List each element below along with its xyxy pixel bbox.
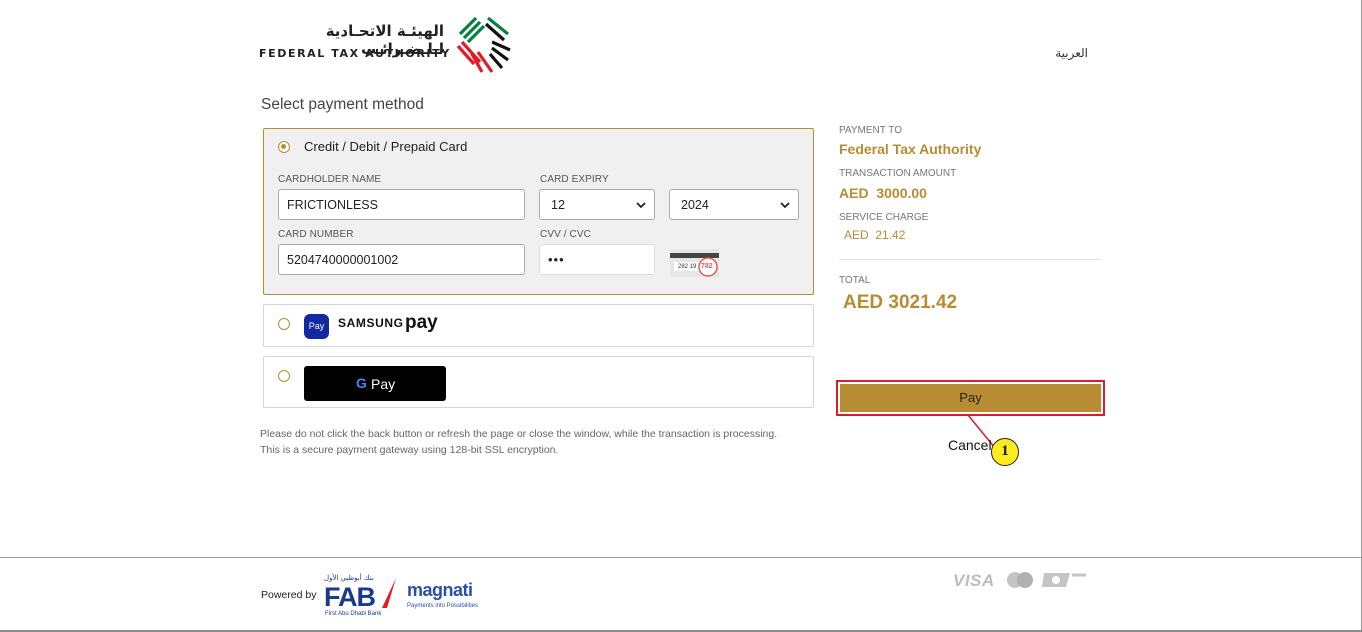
cardholder-name-input[interactable]: FRICTIONLESS (278, 189, 525, 220)
cvv-hint-digits: 282 19 (678, 264, 697, 270)
cvv-label: CVV / CVC (540, 229, 591, 240)
step-callout-badge: 1 (991, 438, 1019, 466)
transaction-amount-value: AED 3000.00 (839, 185, 927, 201)
samsung-pay-icon: Pay (304, 314, 329, 339)
page-title: Select payment method (261, 96, 424, 113)
google-pay-button[interactable]: G Pay (304, 366, 446, 401)
fab-arabic-name: بنك أبوظبي الأول (324, 574, 374, 582)
magnati-tagline: Payments into Possibilities (407, 603, 479, 609)
samsung-pay-option[interactable]: Pay SAMSUNG pay (263, 304, 814, 347)
mastercard-icon (1007, 572, 1033, 588)
cardholder-name-label: CARDHOLDER NAME (278, 174, 382, 185)
fab-subtitle: First Abu Dhabi Bank (325, 611, 382, 617)
samsung-brand-text: SAMSUNG (338, 316, 404, 330)
cvv-input[interactable]: ••• (539, 244, 655, 275)
transaction-amount-label: TRANSACTION AMOUNT (839, 168, 957, 179)
chevron-down-icon (780, 202, 790, 209)
summary-divider (839, 259, 1102, 260)
fab-logo: بنك أبوظبي الأول FAB First Abu Dhabi Ban… (324, 574, 400, 618)
powered-by-label: Powered by (261, 589, 317, 601)
card-number-label: CARD NUMBER (278, 229, 354, 240)
google-pay-radio[interactable] (278, 370, 290, 382)
google-pay-label: Pay (371, 376, 396, 392)
card-number-input[interactable]: 5204740000001002 (278, 244, 525, 275)
fab-swoosh-icon (382, 578, 396, 608)
expiry-month-select[interactable]: 12 (539, 189, 655, 220)
card-option-radio[interactable] (278, 141, 290, 153)
service-charge-value: AED 21.42 (844, 228, 906, 242)
payment-to-label: PAYMENT TO (839, 125, 902, 136)
ssl-notice: This is a secure payment gateway using 1… (260, 444, 559, 456)
card-expiry-label: CARD EXPIRY (540, 174, 609, 185)
fta-logo: الهيئـة الاتحـادية لـلـضـرائـب FEDERAL T… (258, 12, 520, 76)
google-pay-option[interactable]: G Pay (263, 356, 814, 408)
expiry-year-select[interactable]: 2024 (669, 189, 799, 220)
expiry-year-value: 2024 (681, 198, 709, 212)
cvv-hint-icon: 282 19 782 (670, 247, 720, 279)
google-g-icon: G (356, 375, 367, 391)
samsung-pay-text: pay (405, 312, 438, 333)
service-charge-label: SERVICE CHARGE (839, 212, 929, 223)
cancel-link[interactable]: Cancel (948, 437, 992, 453)
fab-wordmark: FAB (324, 582, 376, 612)
magnati-logo: magnati (407, 580, 473, 600)
payment-to-value: Federal Tax Authority (839, 141, 982, 157)
cvv-hint-code: 782 (701, 263, 713, 270)
language-toggle-link[interactable]: العربية (1040, 46, 1088, 60)
card-option-label: Credit / Debit / Prepaid Card (304, 139, 468, 154)
samsung-pay-radio[interactable] (278, 318, 290, 330)
total-label: TOTAL (839, 275, 871, 286)
expiry-month-value: 12 (551, 198, 565, 212)
chevron-down-icon (636, 202, 646, 209)
visa-logo: VISA (953, 571, 995, 590)
footer-divider (0, 557, 1362, 558)
org-name-english: FEDERAL TAX AUTHORITY (259, 47, 451, 60)
processing-warning: Please do not click the back button or r… (260, 428, 778, 440)
total-value: AED 3021.42 (843, 292, 958, 313)
fta-emblem-icon (456, 16, 511, 73)
card-payment-option[interactable]: Credit / Debit / Prepaid Card CARDHOLDER… (263, 128, 814, 295)
pci-dss-icon (1042, 573, 1086, 587)
